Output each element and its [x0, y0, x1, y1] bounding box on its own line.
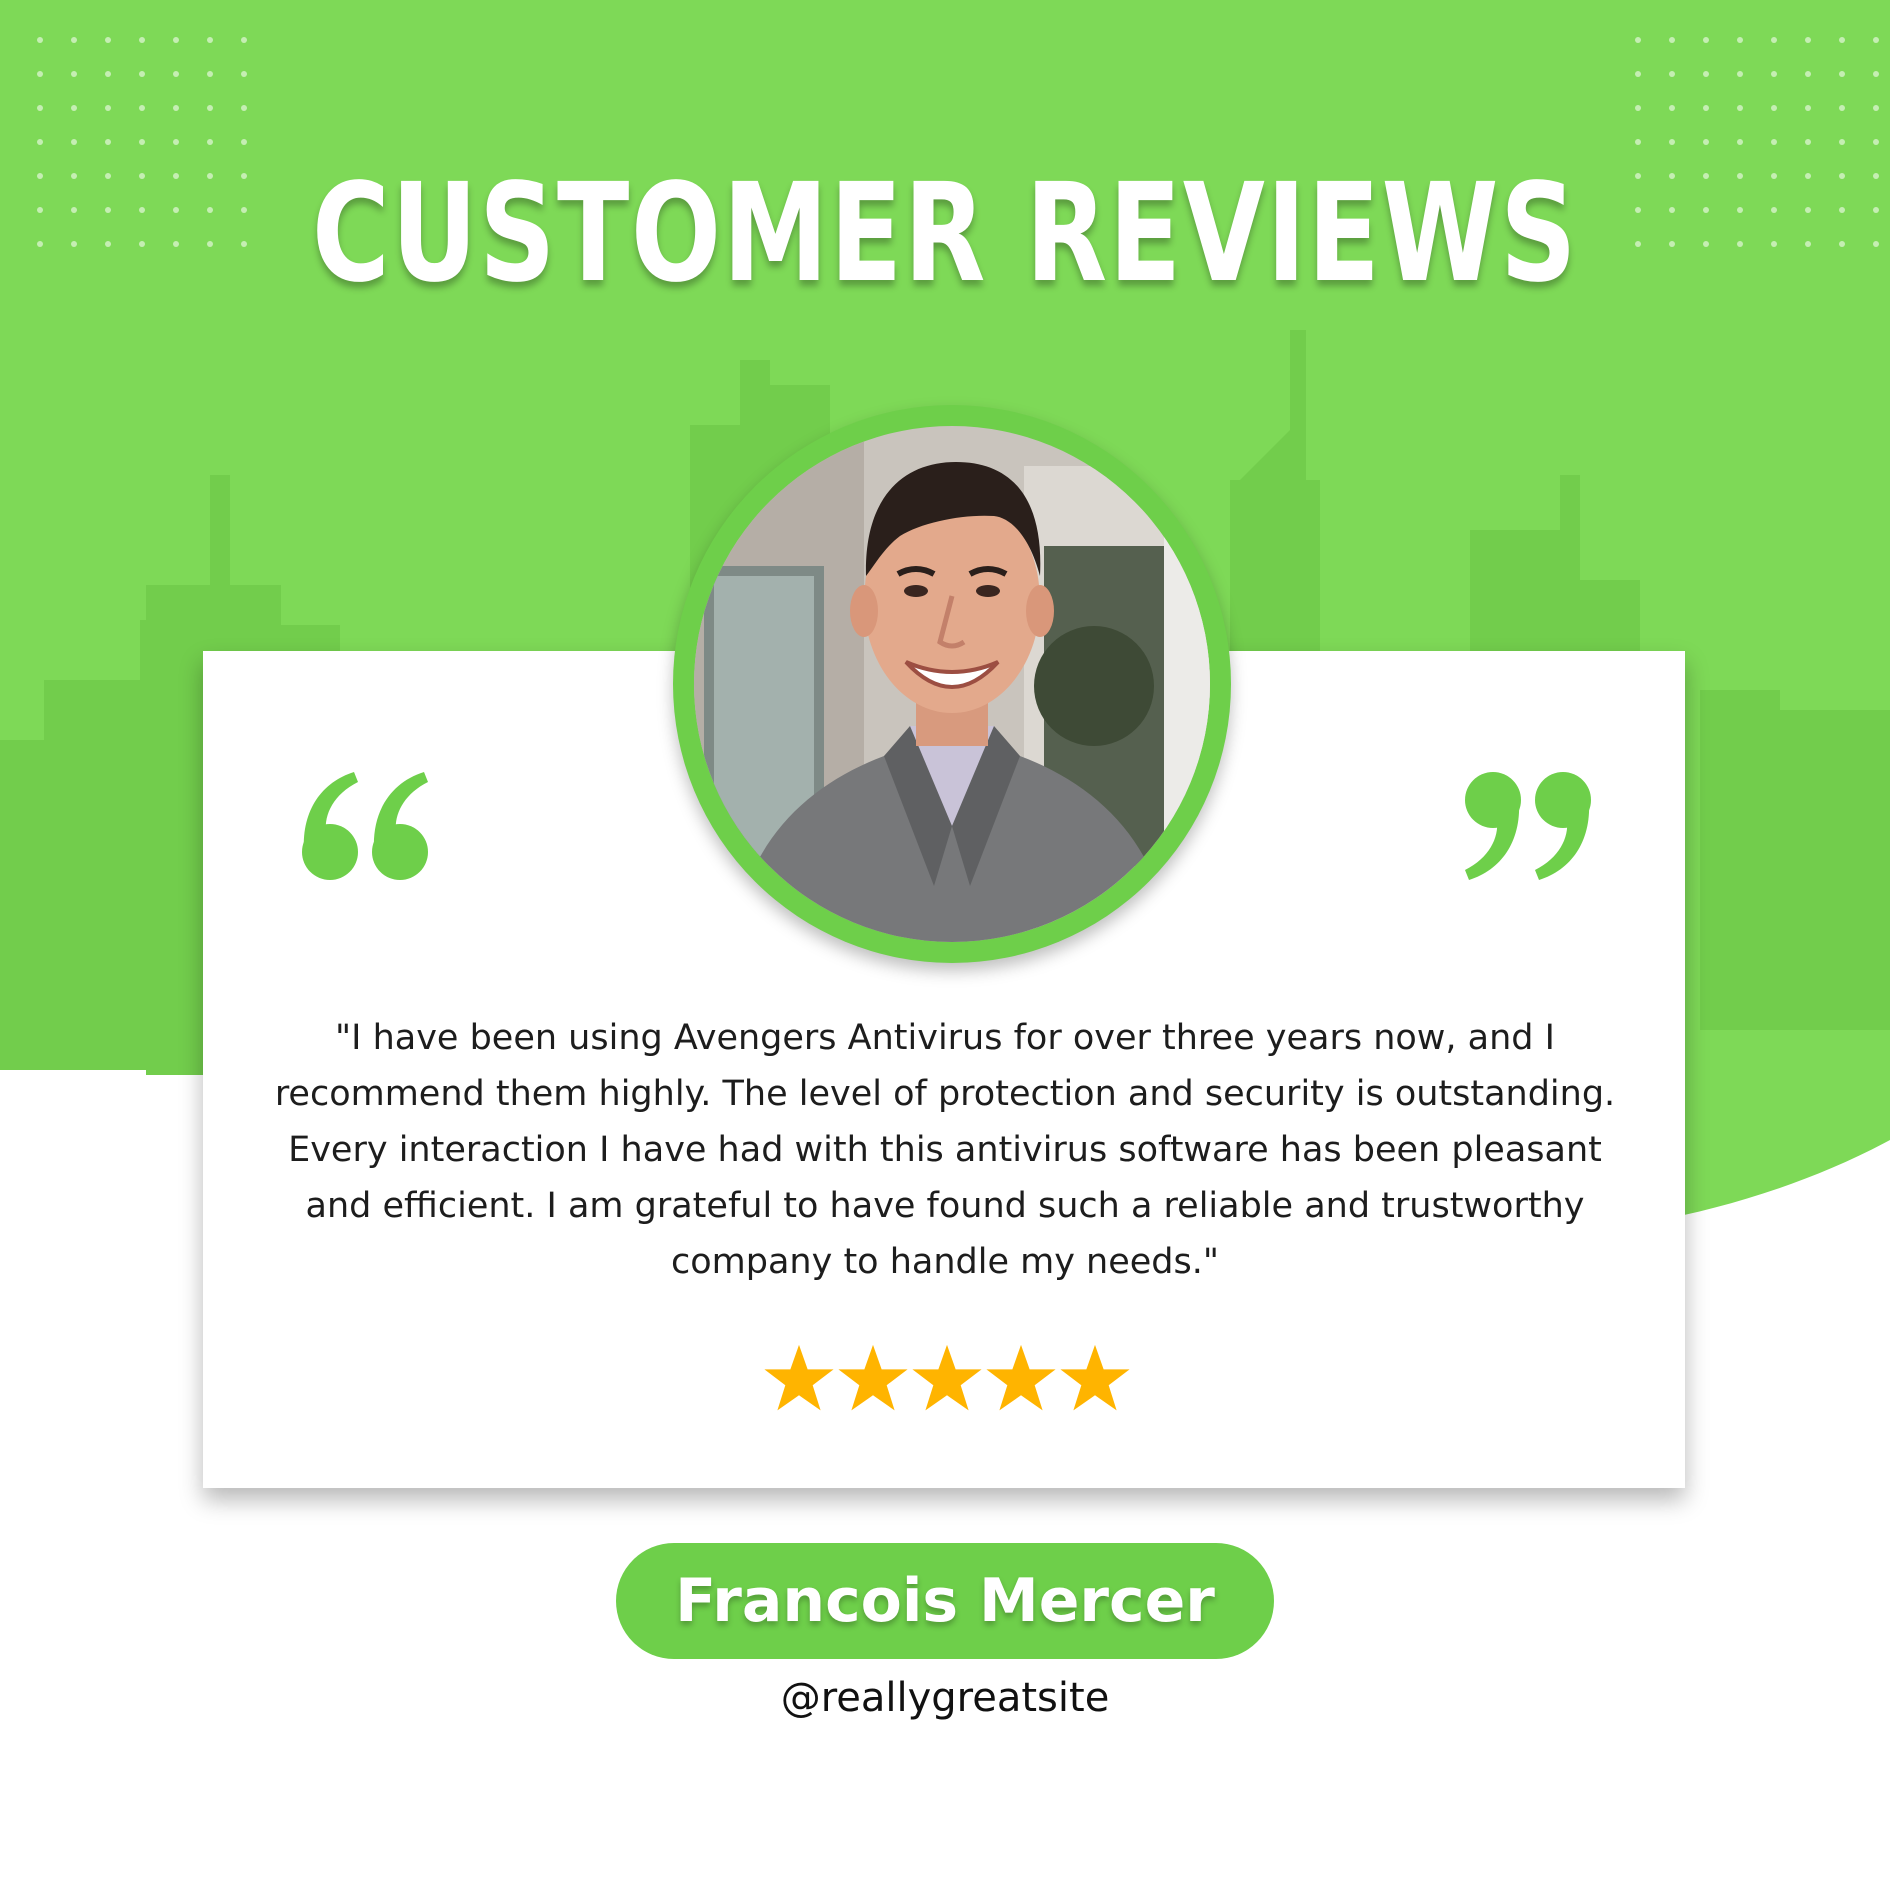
reviewer-name: Francois Mercer: [675, 1566, 1215, 1636]
star-icon: [764, 1344, 834, 1411]
star-icon: [838, 1344, 908, 1411]
star-icon: [1060, 1344, 1130, 1411]
review-text: "I have been using Avengers Antivirus fo…: [274, 1018, 1616, 1282]
person-portrait: [694, 426, 1210, 942]
page-title: CUSTOMER REVIEWS: [311, 155, 1579, 313]
star-icon: [986, 1344, 1056, 1411]
star-rating: [763, 1342, 1133, 1414]
quote-open-icon: [302, 772, 428, 880]
star-icon: [912, 1344, 982, 1411]
reviewer-handle: @reallygreatsite: [780, 1675, 1110, 1721]
review-card-page: CUSTOMER REVIEWS "I have been using Aven…: [0, 0, 1890, 1890]
quote-close-icon: [1465, 772, 1591, 880]
avatar: [694, 426, 1210, 942]
reviewer-name-badge: Francois Mercer: [616, 1543, 1274, 1659]
